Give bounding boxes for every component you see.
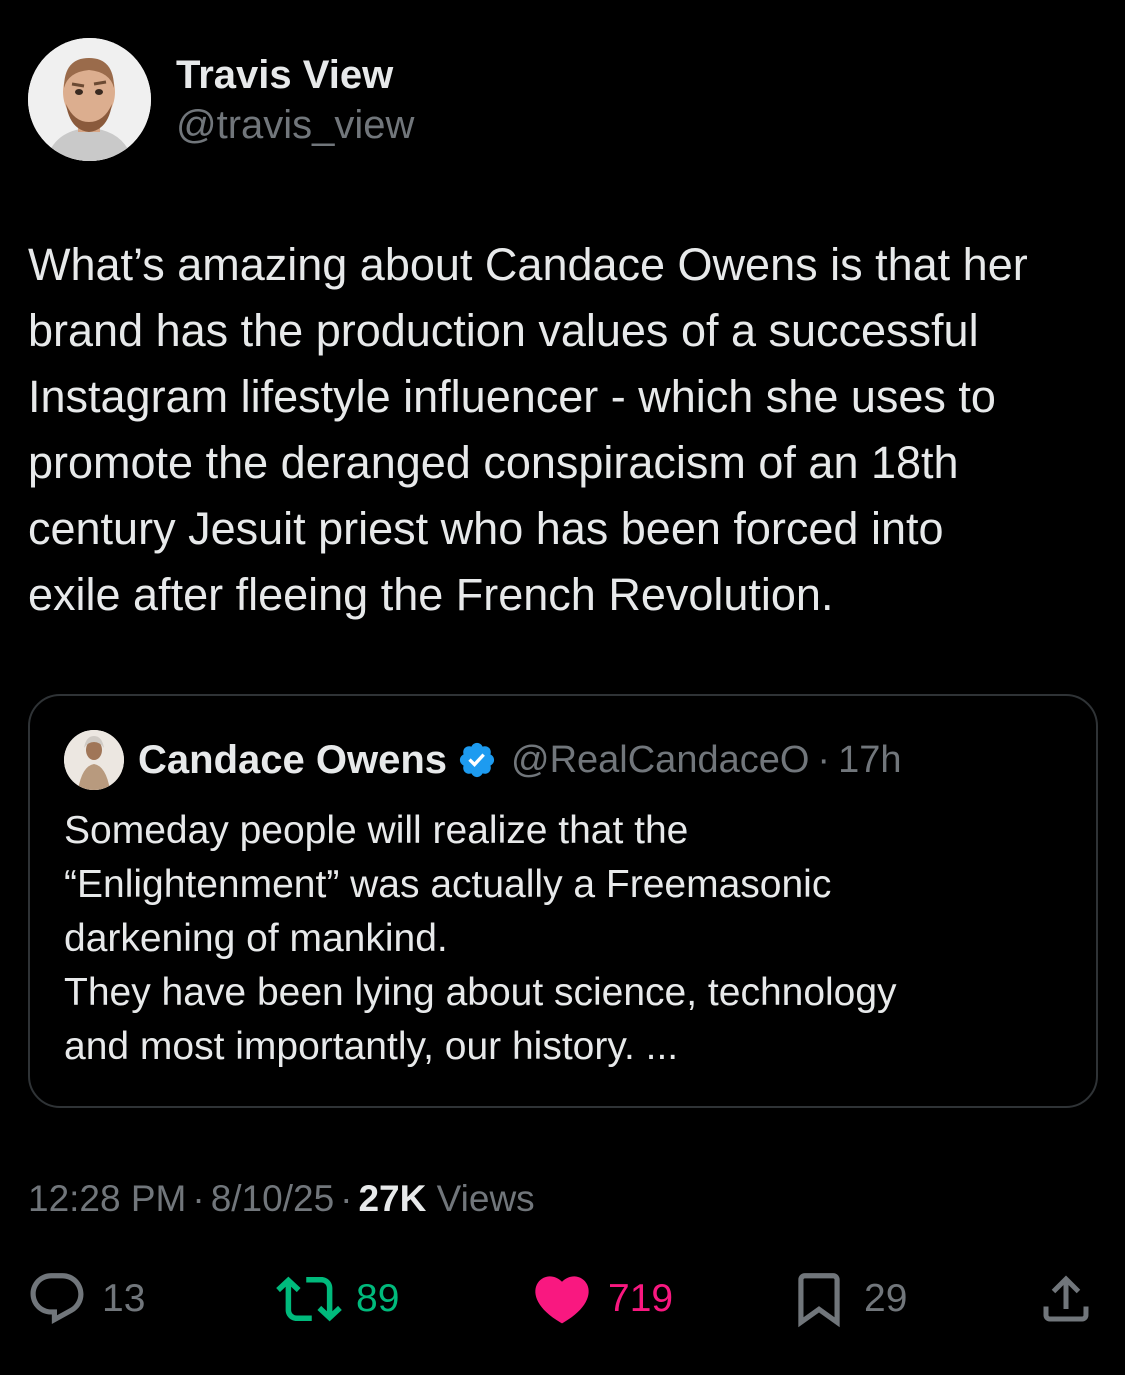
meta-separator: · — [340, 1178, 353, 1219]
quoted-tweet-time[interactable]: 17h — [838, 739, 901, 782]
tweet-time[interactable]: 12:28 PM — [28, 1178, 186, 1219]
author-display-name[interactable]: Travis View — [176, 51, 414, 99]
reply-count: 13 — [102, 1277, 146, 1320]
share-button[interactable] — [1036, 1264, 1096, 1334]
verified-badge-icon — [459, 742, 495, 778]
quoted-author-handle[interactable]: @RealCandaceO — [511, 739, 809, 782]
quoted-header-separator: · — [817, 738, 831, 781]
views-label[interactable]: Views — [437, 1178, 535, 1219]
like-button[interactable]: 719 — [530, 1264, 673, 1334]
like-count: 719 — [608, 1277, 674, 1320]
quoted-tweet-text: Someday people will realize that the “En… — [64, 809, 897, 1068]
tweet-actions: 13 89 719 29 — [0, 1264, 1125, 1334]
meta-separator: · — [192, 1178, 205, 1219]
tweet-date[interactable]: 8/10/25 — [211, 1178, 334, 1219]
reply-button[interactable]: 13 — [26, 1264, 145, 1334]
quoted-tweet[interactable]: Candace Owens @RealCandaceO · 17h Someda… — [28, 694, 1098, 1108]
author-handle[interactable]: @travis_view — [176, 101, 414, 149]
heart-icon — [535, 1276, 589, 1324]
tweet-text: What’s amazing about Candace Owens is th… — [28, 239, 1028, 620]
bookmark-button[interactable]: 29 — [788, 1264, 907, 1334]
tweet-detail: Travis View @travis_view What’s amazing … — [0, 0, 1125, 1375]
share-icon — [1043, 1275, 1089, 1322]
quoted-author-display-name[interactable]: Candace Owens — [138, 738, 447, 783]
tweet-meta: 12:28 PM · 8/10/25 · 27K Views — [28, 1178, 535, 1220]
retweet-button[interactable]: 89 — [276, 1264, 399, 1334]
quoted-author-avatar[interactable] — [64, 730, 124, 790]
retweet-icon — [276, 1276, 342, 1322]
reply-icon — [30, 1273, 84, 1325]
views-count[interactable]: 27K — [358, 1178, 426, 1219]
quoted-tweet-header: Candace Owens @RealCandaceO · 17h — [64, 730, 901, 790]
bookmark-count: 29 — [864, 1277, 908, 1320]
author-avatar[interactable] — [28, 38, 151, 161]
bookmark-icon — [798, 1273, 840, 1328]
tweet-author[interactable]: Travis View @travis_view — [28, 38, 414, 161]
retweet-count: 89 — [356, 1277, 400, 1320]
